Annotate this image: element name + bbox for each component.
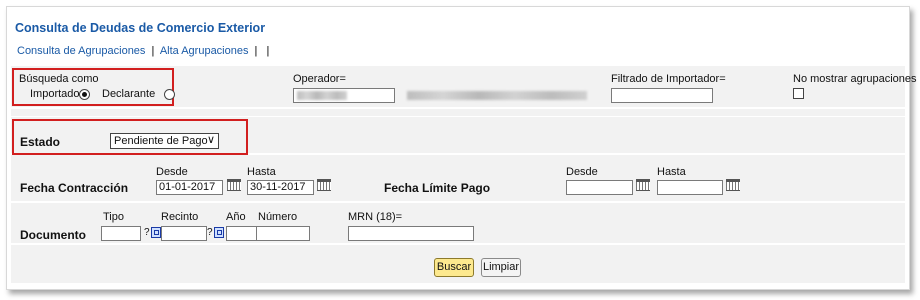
mrn-label: MRN (18)= <box>348 211 403 223</box>
operador-label: Operador= <box>293 73 346 85</box>
nav-separator: | <box>254 45 258 57</box>
fecha-limite-label: Fecha Límite Pago <box>384 181 491 195</box>
filtrado-importador-input[interactable] <box>611 88 713 103</box>
no-mostrar-label: No mostrar agrupaciones <box>793 73 917 85</box>
fc-hasta-input[interactable]: 30-11-2017 <box>247 180 314 195</box>
redacted-operador-name <box>407 91 587 100</box>
fc-hasta-label: Hasta <box>247 166 276 178</box>
estado-selected-value: Pendiente de Pago <box>114 135 208 147</box>
anio-label: Año <box>226 211 246 223</box>
spacer-band <box>11 109 905 116</box>
calendar-icon[interactable] <box>636 179 650 191</box>
declarante-label: Declarante <box>102 88 156 100</box>
fc-desde-label: Desde <box>156 166 188 178</box>
tipo-help[interactable]: ? <box>144 226 161 239</box>
calendar-icon[interactable] <box>726 179 740 191</box>
fl-desde-label: Desde <box>566 166 598 178</box>
calendar-icon[interactable] <box>227 179 241 191</box>
lookup-icon <box>213 226 224 238</box>
nav-bar: Consulta de Agrupaciones | Alta Agrupaci… <box>17 45 272 57</box>
redacted-operador-code <box>297 91 347 100</box>
fl-hasta-label: Hasta <box>657 166 686 178</box>
documento-label: Documento <box>20 228 86 242</box>
nav-separator: | <box>266 45 270 57</box>
fl-hasta-input[interactable] <box>657 180 723 195</box>
recinto-input[interactable] <box>161 226 207 241</box>
estado-label: Estado <box>20 135 61 149</box>
limpiar-button[interactable]: Limpiar <box>481 258 521 277</box>
recinto-help[interactable]: ? <box>207 226 224 239</box>
tipo-label: Tipo <box>103 211 124 223</box>
chevron-down-icon: ∨ <box>206 134 215 146</box>
nav-link-alta-agrupaciones[interactable]: Alta Agrupaciones <box>160 45 249 57</box>
help-question: ? <box>207 227 213 238</box>
busqueda-label: Búsqueda como <box>19 73 99 85</box>
fl-desde-input[interactable] <box>566 180 633 195</box>
buscar-button[interactable]: Buscar <box>434 258 474 277</box>
calendar-icon[interactable] <box>317 179 331 191</box>
declarante-radio[interactable] <box>164 88 176 100</box>
importador-label: Importador <box>30 88 84 100</box>
filtrado-label: Filtrado de Importador= <box>611 73 726 85</box>
page-title: Consulta de Deudas de Comercio Exterior <box>15 21 266 35</box>
recinto-label: Recinto <box>161 211 199 223</box>
no-mostrar-checkbox[interactable] <box>793 88 804 99</box>
numero-label: Número <box>258 211 298 223</box>
mrn-input[interactable] <box>348 226 474 241</box>
tipo-input[interactable] <box>101 226 141 241</box>
consulta-panel: Consulta de Deudas de Comercio Exterior … <box>6 6 917 290</box>
lookup-icon <box>150 226 161 238</box>
estado-select[interactable]: Pendiente de Pago ∨ <box>110 133 219 149</box>
anio-input[interactable] <box>226 226 258 241</box>
importador-radio[interactable] <box>79 88 90 100</box>
fecha-contraccion-label: Fecha Contracción <box>20 181 129 195</box>
numero-input[interactable] <box>256 226 310 241</box>
help-question: ? <box>144 227 150 238</box>
fc-desde-input[interactable]: 01-01-2017 <box>156 180 223 195</box>
nav-link-consulta-agrupaciones[interactable]: Consulta de Agrupaciones <box>17 45 145 57</box>
nav-separator: | <box>151 45 155 57</box>
